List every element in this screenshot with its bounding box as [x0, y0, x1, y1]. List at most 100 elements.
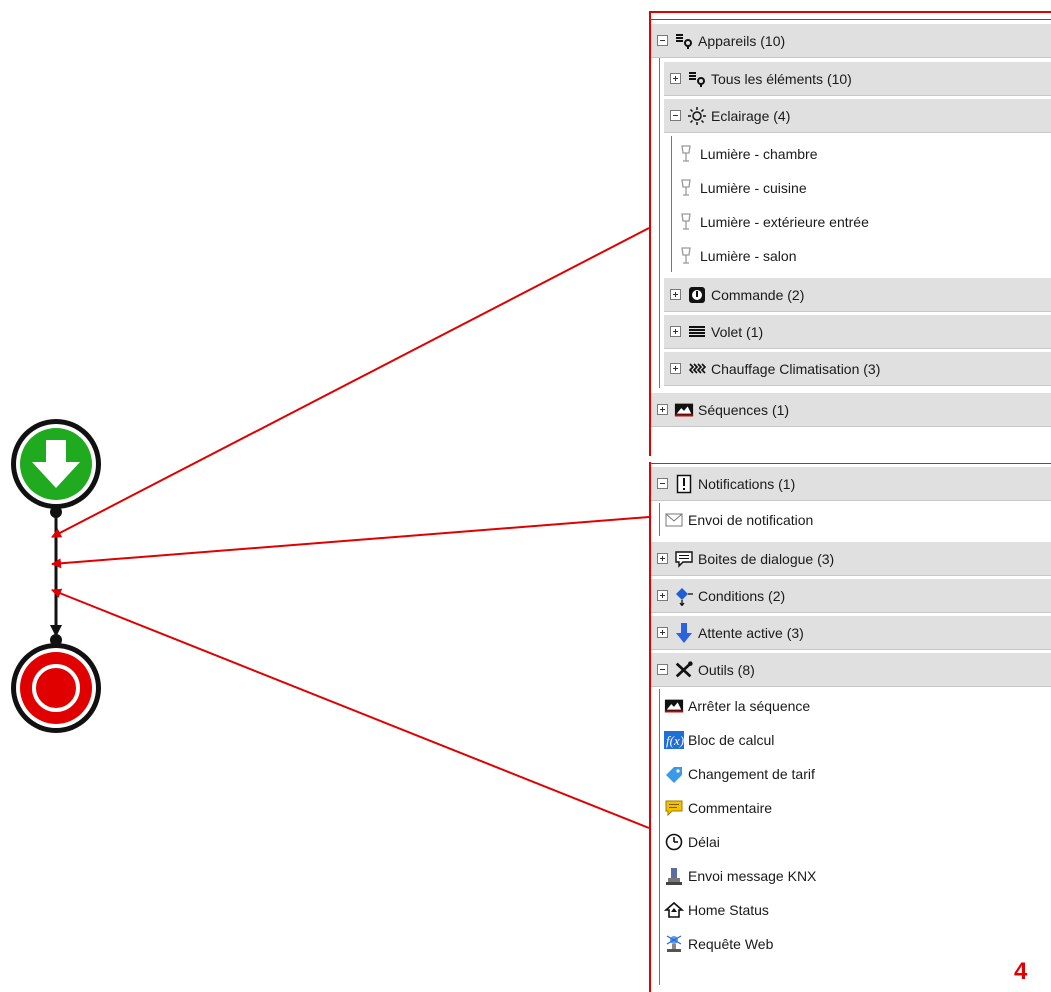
tree-node-label: Appareils (10) — [698, 32, 786, 49]
tree-node-label: Attente active (3) — [698, 624, 804, 641]
expand-toggle[interactable] — [657, 553, 668, 564]
expand-toggle[interactable] — [670, 289, 681, 300]
tool-label: Envoi message KNX — [688, 868, 817, 884]
start-node[interactable] — [11, 419, 101, 509]
tree-node-attente-active[interactable]: Attente active (3) — [651, 616, 1051, 650]
tree-leaf-label: Lumière - extérieure entrée — [700, 214, 869, 230]
callout-arrow-devices — [51, 227, 650, 538]
tree-guide-line — [659, 58, 660, 388]
bulb-icon — [687, 106, 707, 126]
stop-sequence-icon — [664, 696, 684, 716]
tools-icon — [674, 660, 694, 680]
expand-toggle[interactable] — [657, 627, 668, 638]
sequence-icon — [674, 400, 694, 420]
tree-guide-line — [671, 136, 672, 272]
envelope-icon — [664, 510, 684, 530]
tag-icon — [664, 764, 684, 784]
tree-leaf-light[interactable]: Lumière - cuisine — [676, 171, 1051, 205]
tool-changement-tarif[interactable]: Changement de tarif — [664, 757, 1051, 791]
expand-toggle[interactable] — [657, 404, 668, 415]
tree-leaf-label: Lumière - salon — [700, 248, 797, 264]
svg-text:f(x): f(x) — [666, 733, 684, 748]
lamp-icon — [676, 144, 696, 164]
stop-node[interactable] — [11, 643, 101, 733]
comment-icon — [664, 798, 684, 818]
shutter-icon — [687, 322, 707, 342]
tree-node-appareils[interactable]: Appareils (10) — [651, 24, 1051, 58]
tool-delai[interactable]: Délai — [664, 825, 1051, 859]
collapse-toggle[interactable] — [657, 478, 668, 489]
tree-leaf-light[interactable]: Lumière - chambre — [676, 137, 1051, 171]
tree-node-conditions[interactable]: Conditions (2) — [651, 579, 1051, 613]
tree-node-label: Chauffage Climatisation (3) — [711, 360, 881, 377]
tree-node-volet[interactable]: Volet (1) — [664, 315, 1051, 349]
tree-leaf-envoi-notification[interactable]: Envoi de notification — [664, 503, 1051, 537]
tool-arreter-sequence[interactable]: Arrêter la séquence — [664, 689, 1051, 723]
tree-node-label: Tous les éléments (10) — [711, 70, 852, 87]
tree-node-commande[interactable]: Commande (2) — [664, 278, 1051, 312]
expand-toggle[interactable] — [670, 326, 681, 337]
tree-node-notifications[interactable]: Notifications (1) — [651, 467, 1051, 501]
panel-border — [650, 19, 1051, 20]
tree-leaf-light[interactable]: Lumière - extérieure entrée — [676, 205, 1051, 239]
web-request-icon — [664, 934, 684, 954]
tree-node-eclairage[interactable]: Eclairage (4) — [664, 99, 1051, 133]
tree-leaf-label: Lumière - cuisine — [700, 180, 807, 196]
panel-frame-left — [649, 11, 651, 456]
tree-leaf-label: Lumière - chambre — [700, 146, 818, 162]
tool-bloc-calcul[interactable]: f(x) Bloc de calcul — [664, 723, 1051, 757]
panel-frame-top — [649, 11, 1051, 13]
tree-node-label: Volet (1) — [711, 323, 764, 340]
tool-envoi-knx[interactable]: Envoi message KNX — [664, 859, 1051, 893]
expand-toggle[interactable] — [670, 363, 681, 374]
collapse-toggle[interactable] — [657, 35, 668, 46]
clock-icon — [664, 832, 684, 852]
tree-node-tous-les-elements[interactable]: Tous les éléments (10) — [664, 62, 1051, 96]
tree-node-boites-dialogue[interactable]: Boites de dialogue (3) — [651, 542, 1051, 576]
tree-node-outils[interactable]: Outils (8) — [651, 653, 1051, 687]
devices-icon — [674, 31, 694, 51]
tool-label: Bloc de calcul — [688, 732, 775, 748]
tool-label: Délai — [688, 834, 720, 850]
tree-node-chauffage[interactable]: Chauffage Climatisation (3) — [664, 352, 1051, 386]
function-icon: f(x) — [664, 730, 684, 750]
panel-border — [650, 463, 1051, 464]
lamp-icon — [676, 178, 696, 198]
condition-icon — [674, 586, 694, 606]
page-number: 4 — [1014, 958, 1028, 985]
lamp-icon — [676, 246, 696, 266]
tool-commentaire[interactable]: Commentaire — [664, 791, 1051, 825]
tree-guide-line — [659, 503, 660, 536]
expand-toggle[interactable] — [657, 590, 668, 601]
callout-arrow-tools — [51, 588, 650, 829]
tree-node-label: Boites de dialogue (3) — [698, 550, 835, 567]
heating-icon — [687, 359, 707, 379]
collapse-toggle[interactable] — [670, 110, 681, 121]
notification-icon — [674, 474, 694, 494]
tree-node-label: Commande (2) — [711, 286, 805, 303]
tree-guide-line — [659, 689, 660, 985]
tree-node-label: Notifications (1) — [698, 475, 796, 492]
tool-label: Home Status — [688, 902, 769, 918]
tool-requete-web[interactable]: Requête Web — [664, 927, 1051, 961]
tree-leaf-label: Envoi de notification — [688, 512, 814, 528]
dialog-icon — [674, 549, 694, 569]
collapse-toggle[interactable] — [657, 664, 668, 675]
tree-leaf-light[interactable]: Lumière - salon — [676, 239, 1051, 273]
devices-icon — [687, 69, 707, 89]
tool-label: Changement de tarif — [688, 766, 815, 782]
tool-home-status[interactable]: Home Status — [664, 893, 1051, 927]
tool-label: Commentaire — [688, 800, 773, 816]
wait-icon — [674, 622, 694, 643]
tool-label: Arrêter la séquence — [688, 698, 811, 714]
tree-node-sequences[interactable]: Séquences (1) — [651, 393, 1051, 427]
knx-icon — [664, 866, 684, 886]
tool-label: Requête Web — [688, 936, 774, 952]
command-icon — [687, 285, 707, 305]
tree-node-label: Eclairage (4) — [711, 107, 791, 124]
lamp-icon — [676, 212, 696, 232]
home-icon — [664, 900, 684, 920]
tree-node-label: Outils (8) — [698, 661, 755, 678]
expand-toggle[interactable] — [670, 73, 681, 84]
tree-node-label: Conditions (2) — [698, 587, 786, 604]
